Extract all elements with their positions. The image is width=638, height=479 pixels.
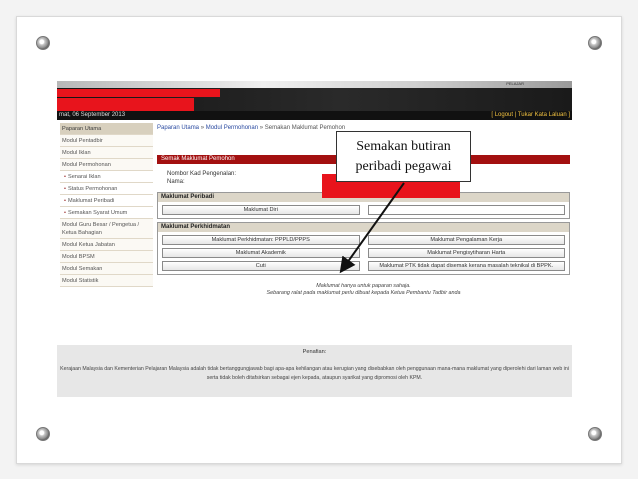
academic-button[interactable]: Maklumat Akademik	[162, 248, 360, 258]
footer: Penafian: Kerajaan Malaysia dan Kementer…	[57, 345, 572, 397]
logout-links[interactable]: [ Logout | Tukar Kata Laluan ]	[491, 112, 570, 118]
breadcrumb-module[interactable]: Modul Permohonan	[206, 125, 258, 131]
sidebar-item-label: Modul Semakan	[62, 266, 103, 272]
breadcrumb-home[interactable]: Paparan Utama	[157, 125, 199, 131]
sidebar-item-label: Maklumat Peribadi	[67, 198, 115, 204]
info-bar: mat, 06 September 2013 [ Logout | Tukar …	[57, 111, 572, 120]
sidebar-item-label: Modul Pentadbir	[62, 138, 103, 144]
disclaimer-text: Kerajaan Malaysia dan Kementerian Pelaja…	[60, 366, 569, 381]
breadcrumb-separator: »	[258, 125, 265, 131]
bullet-icon: •	[64, 198, 66, 204]
screw-icon	[36, 36, 50, 50]
sidebar-item[interactable]: Modul Permohonan	[60, 159, 153, 171]
screw-icon	[36, 427, 50, 441]
leave-button[interactable]: Cuti	[162, 261, 360, 271]
callout-box: Semakan butiran peribadi pegawai	[336, 131, 471, 182]
sidebar-item[interactable]: • Senarai Iklan	[60, 171, 153, 183]
sidebar-item[interactable]: Modul Ketua Jabatan	[60, 239, 153, 251]
sidebar-item[interactable]: Modul Guru Besar / Pengetua / Ketua Baha…	[60, 219, 153, 239]
bullet-icon: •	[64, 186, 66, 192]
banner-decor	[57, 81, 572, 88]
bullet-icon: •	[64, 210, 66, 216]
sidebar-item-label: Modul Iklan	[62, 150, 91, 156]
sidebar-item-label: Senarai Iklan	[67, 174, 101, 180]
service-info-button[interactable]: Maklumat Perkhidmatan: PPPLD/PPPS	[162, 235, 360, 245]
bullet-icon: •	[64, 174, 66, 180]
ptk-notice-button[interactable]: Maklumat PTK tidak dapat disemak kerana …	[367, 261, 565, 271]
sidebar-item[interactable]: • Status Permohonan	[60, 183, 153, 195]
sidebar-item[interactable]: Modul BPSM	[60, 251, 153, 263]
sidebar-item[interactable]: • Maklumat Peribadi	[60, 195, 153, 207]
callout-line: Semakan butiran	[356, 139, 451, 154]
empty-button	[367, 205, 565, 215]
sidebar-item-label: Status Permohonan	[67, 186, 118, 192]
service-section: Maklumat Perkhidmatan Maklumat Perkhidma…	[157, 222, 570, 275]
sidebar-item[interactable]: Paparan Utama	[60, 123, 153, 135]
section-heading: Maklumat Perkhidmatan	[158, 223, 569, 232]
personal-info-button[interactable]: Maklumat Diri	[162, 205, 360, 215]
sidebar-item-label: Paparan Utama	[62, 126, 102, 132]
sidebar-item[interactable]: Modul Statistik	[60, 275, 153, 287]
asset-declaration-button[interactable]: Maklumat Pengisytiharan Harta	[367, 248, 565, 258]
sidebar-menu: Paparan Utama Modul Pentadbir Modul Iklan M…	[60, 123, 153, 287]
sidebar-item[interactable]: Modul Semakan	[60, 263, 153, 275]
sidebar-item[interactable]: • Semakan Syarat Umum	[60, 207, 153, 219]
note-line: Maklumat hanya untuk paparan sahaja.	[316, 283, 411, 289]
work-experience-button[interactable]: Maklumat Pengalaman Kerja	[367, 235, 565, 245]
screw-icon	[588, 427, 602, 441]
sidebar-item-label: Modul Guru Besar / Pengetua / Ketua Baha…	[62, 222, 140, 236]
sidebar-item[interactable]: Modul Pentadbir	[60, 135, 153, 147]
redaction-bar	[57, 98, 194, 112]
disclaimer-title: Penafian:	[302, 349, 327, 355]
breadcrumb-separator: »	[199, 125, 206, 131]
callout-line: peribadi pegawai	[355, 159, 452, 174]
breadcrumb-current: Semakan Maklumat Pemohon	[264, 125, 346, 131]
screw-icon	[588, 36, 602, 50]
date-text: mat, 06 September 2013	[59, 112, 126, 118]
sidebar-item-label: Modul Statistik	[62, 278, 99, 284]
app-screenshot: PELAJAR mat, 06 September 2013 [ Logout …	[57, 81, 572, 397]
sidebar-item[interactable]: Modul Iklan	[60, 147, 153, 159]
notes: Maklumat hanya untuk paparan sahaja. Seb…	[157, 283, 570, 297]
sidebar-item-label: Semakan Syarat Umum	[67, 210, 128, 216]
sidebar-item-label: Modul BPSM	[62, 254, 95, 260]
banner-tag: PELAJAR	[506, 81, 524, 86]
note-line: Sebarang ralat pada maklumat perlu dibua…	[266, 290, 461, 296]
sidebar-item-label: Modul Ketua Jabatan	[62, 242, 115, 248]
redaction-bar	[57, 89, 220, 97]
sidebar-item-label: Modul Permohonan	[62, 162, 111, 168]
